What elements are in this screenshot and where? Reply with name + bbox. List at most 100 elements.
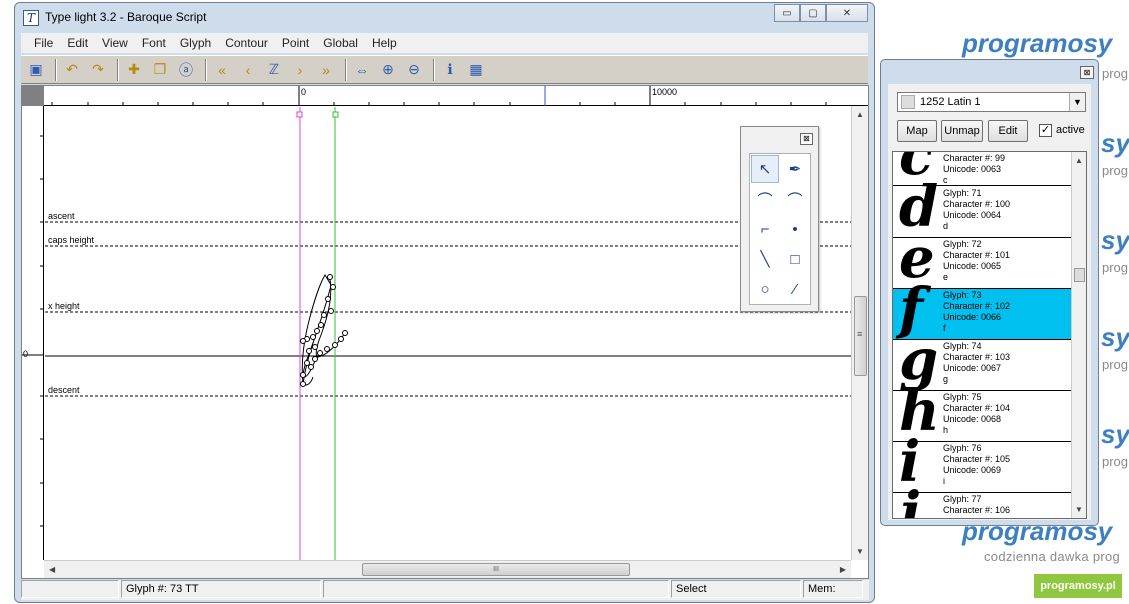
glyph-outline-drawing[interactable] (45, 107, 851, 560)
scroll-up-arrow-icon[interactable]: ▲ (856, 110, 864, 119)
new-glyph-icon[interactable]: ✚ (123, 59, 145, 81)
line-tool-icon[interactable]: ╲ (751, 245, 779, 273)
glyph-list-scrollbar[interactable]: ▲ ▼ (1071, 152, 1086, 518)
scroll-up-arrow-icon[interactable]: ▲ (1075, 156, 1083, 165)
menu-glyph[interactable]: Glyph (173, 36, 218, 50)
palette-close-button[interactable]: ⊠ (800, 133, 813, 145)
redo-icon[interactable]: ↷ (87, 59, 109, 81)
curve-point-tool-icon[interactable]: ⌒ (751, 185, 779, 213)
corner-point-tool-icon[interactable]: ⌐ (751, 215, 779, 243)
glyph-info: Glyph: 72 Character #: 101 Unicode: 0065… (943, 239, 1010, 283)
glyph-canvas[interactable]: ascent caps height x height descent (45, 107, 851, 560)
menu-global[interactable]: Global (316, 36, 365, 50)
menu-contour[interactable]: Contour (218, 36, 275, 50)
zoom-out-icon[interactable]: ⊖ (403, 59, 425, 81)
undo-icon[interactable]: ↶ (61, 59, 83, 81)
glyph-info-line: e (943, 272, 949, 282)
glyph-info-line: Character #: 99 (943, 153, 1006, 163)
glyph-info-line: Glyph: 71 (943, 188, 982, 198)
glyph-preview: j (899, 480, 920, 519)
last-glyph-icon[interactable]: » (315, 59, 337, 81)
rectangle-tool-icon[interactable]: □ (781, 245, 809, 273)
title-bar[interactable]: T Type light 3.2 - Baroque Script ▭ ▢ ✕ (15, 3, 874, 33)
horizontal-scroll-thumb[interactable]: III (362, 563, 630, 576)
measure-tool-icon[interactable]: ⁄ (781, 275, 809, 303)
scroll-left-arrow-icon[interactable]: ◀ (49, 565, 55, 574)
toolbar-separator (205, 58, 207, 81)
maximize-button[interactable]: ▢ (800, 4, 826, 22)
glyph-info-line: g (943, 374, 949, 384)
glyph-window-close-button[interactable]: ⊠ (1080, 66, 1094, 79)
copy-glyph-icon[interactable]: ❐ (149, 59, 171, 81)
zoom-in-icon[interactable]: ⊕ (377, 59, 399, 81)
tool-grid: ↖ ✒ ⌒ ⌒ ⌐ • ╲ □ ○ ⁄ (749, 153, 811, 305)
chevron-down-icon[interactable]: ▼ (1069, 93, 1085, 111)
next-glyph-icon[interactable]: › (289, 59, 311, 81)
menu-view[interactable]: View (95, 36, 135, 50)
vertical-ruler: 0 (22, 106, 44, 560)
menu-bar: File Edit View Font Glyph Contour Point … (21, 33, 868, 53)
find-glyph-icon[interactable]: ℤ (263, 59, 285, 81)
active-checkbox[interactable]: ✓ (1039, 124, 1052, 137)
watermark-side-text: prog (1102, 260, 1129, 275)
map-button[interactable]: Map (897, 120, 937, 142)
vertical-scroll-thumb[interactable]: ≡ (854, 296, 867, 376)
glyph-info-line: Character #: 100 (943, 199, 1011, 209)
glyph-info-line: Character #: 106 (943, 505, 1011, 515)
menu-point[interactable]: Point (275, 36, 316, 50)
menu-file[interactable]: File (27, 36, 60, 50)
info-icon[interactable]: ℹ (439, 59, 461, 81)
watermark-side-text: prog (1102, 163, 1129, 178)
previous-glyph-icon[interactable]: ‹ (237, 59, 259, 81)
menu-edit[interactable]: Edit (60, 36, 95, 50)
glyph-list-window: ⊠ 1252 Latin 1 ▼ Map Unmap Edit ✓ active… (880, 59, 1099, 526)
scroll-down-arrow-icon[interactable]: ▼ (856, 547, 864, 556)
list-item[interactable]: j Glyph: 77 Character #: 106 (893, 483, 1073, 518)
status-memory: Mem: (803, 580, 863, 598)
list-item[interactable]: i Glyph: 76 Character #: 105 Unicode: 00… (893, 432, 1073, 493)
glyph-info-line: Unicode: 0065 (943, 261, 1002, 271)
first-glyph-icon[interactable]: « (211, 59, 233, 81)
glyph-properties-icon[interactable]: ⓐ (175, 59, 197, 81)
glyph-list-scroll-thumb[interactable] (1074, 268, 1085, 282)
vertical-scrollbar[interactable]: ▲ ≡ ▼ (851, 106, 868, 560)
glyph-info: Glyph: 77 Character #: 106 (943, 494, 1010, 516)
vertical-scroll-grip: ≡ (857, 329, 863, 339)
watermark-side-text: prog (1102, 454, 1129, 469)
glyph-list[interactable]: c Character #: 99 Unicode: 0063 c d Glyp… (892, 151, 1087, 519)
unmap-button[interactable]: Unmap (941, 120, 983, 142)
glyph-info-line: d (943, 221, 949, 231)
glyph-info-line: Character #: 101 (943, 250, 1011, 260)
close-button[interactable]: ✕ (826, 4, 868, 22)
glyph-info: Glyph: 73 Character #: 102 Unicode: 0066… (943, 290, 1010, 334)
edit-button[interactable]: Edit (988, 120, 1028, 142)
vertical-ruler-ticks (22, 135, 44, 527)
scroll-right-arrow-icon[interactable]: ▶ (840, 565, 846, 574)
minimize-button[interactable]: ▭ (774, 4, 800, 22)
codepage-select[interactable]: 1252 Latin 1 ▼ (897, 92, 1086, 112)
save-icon[interactable]: ▣ (25, 59, 47, 81)
tangent-tool-icon[interactable]: • (781, 215, 809, 243)
glyph-info: Glyph: 75 Character #: 104 Unicode: 0068… (943, 392, 1010, 436)
horizontal-scrollbar[interactable]: ◀ III ▶ (44, 560, 851, 578)
watermark-tagline: codzienna dawka prog (984, 549, 1121, 564)
codepage-value: 1252 Latin 1 (920, 96, 981, 108)
watermark-brand-partial: sy (1101, 225, 1129, 255)
calculator-icon[interactable]: ▦ (465, 59, 487, 81)
select-tool-icon[interactable]: ↖ (751, 155, 779, 183)
curve-tool-icon[interactable]: ⌒ (781, 185, 809, 213)
watermark-side-text: prog (1102, 66, 1129, 81)
scroll-down-arrow-icon[interactable]: ▼ (1075, 505, 1083, 514)
menu-font[interactable]: Font (135, 36, 173, 50)
watermark-badge[interactable]: programosy.pl (1034, 574, 1122, 598)
glyph-info-line: f (943, 323, 946, 333)
menu-help[interactable]: Help (365, 36, 404, 50)
pen-tool-icon[interactable]: ✒ (781, 155, 809, 183)
ellipse-tool-icon[interactable]: ○ (751, 275, 779, 303)
caps-height-label: caps height (48, 235, 95, 245)
glyph-info: Glyph: 74 Character #: 103 Unicode: 0067… (943, 341, 1010, 385)
glyph-info-line: Character #: 103 (943, 352, 1011, 362)
glyph-info-line: Unicode: 0063 (943, 164, 1002, 174)
fit-view-icon[interactable]: ⇔ (351, 59, 373, 81)
toolbar-separator (345, 58, 347, 81)
